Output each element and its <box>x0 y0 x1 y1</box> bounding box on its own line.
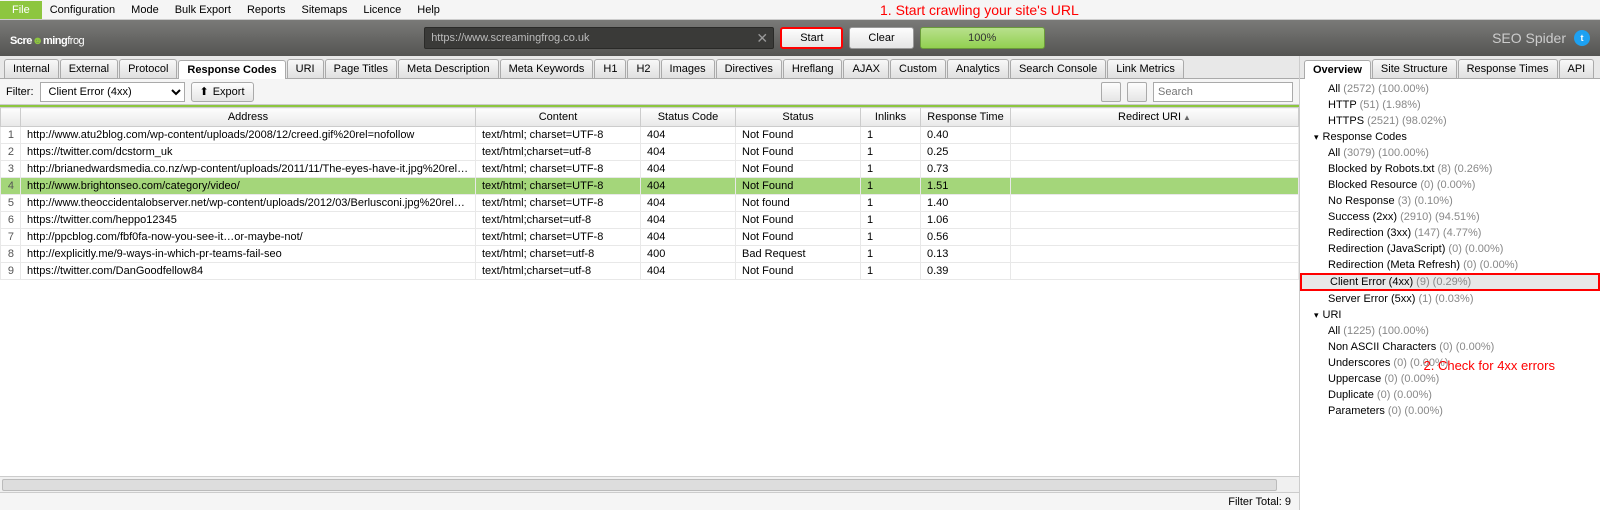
tree-item[interactable]: All (2572) (100.00%) <box>1300 81 1600 97</box>
col-inlinks[interactable]: Inlinks <box>861 108 921 127</box>
status-bar: Filter Total: 9 <box>0 492 1299 510</box>
tab-internal[interactable]: Internal <box>4 59 59 78</box>
tab-response-codes[interactable]: Response Codes <box>178 60 285 79</box>
tree-view-icon[interactable] <box>1101 82 1121 102</box>
tree-header[interactable]: URI <box>1300 307 1600 323</box>
tab-search-console[interactable]: Search Console <box>1010 59 1106 78</box>
col-content[interactable]: Content <box>476 108 641 127</box>
filter-bar: Filter: Client Error (4xx) ⬆Export <box>0 79 1299 105</box>
tree-item[interactable]: Client Error (4xx) (9) (0.29%) <box>1300 273 1600 291</box>
header-bar: Scre☻mingfrog ✕ Start Clear 100% SEO Spi… <box>0 20 1600 56</box>
menu-sitemaps[interactable]: Sitemaps <box>293 1 355 19</box>
sort-icon: ▲ <box>1183 113 1191 122</box>
table-row[interactable]: 5http://www.theoccidentalobserver.net/wp… <box>1 195 1299 212</box>
menu-reports[interactable]: Reports <box>239 1 294 19</box>
table-row[interactable]: 7http://ppcblog.com/fbf0fa-now-you-see-i… <box>1 229 1299 246</box>
twitter-icon[interactable]: t <box>1574 30 1590 46</box>
upload-icon: ⬆ <box>200 85 209 98</box>
table-row[interactable]: 6https://twitter.com/heppo12345text/html… <box>1 212 1299 229</box>
side-tabs: OverviewSite StructureResponse TimesAPI <box>1300 56 1600 79</box>
tab-meta-keywords[interactable]: Meta Keywords <box>500 59 594 78</box>
col-response-time[interactable]: Response Time <box>921 108 1011 127</box>
tab-directives[interactable]: Directives <box>716 59 782 78</box>
menu-file[interactable]: File <box>0 1 42 19</box>
tab-hreflang[interactable]: Hreflang <box>783 59 843 78</box>
table-row[interactable]: 8http://explicitly.me/9-ways-in-which-pr… <box>1 246 1299 263</box>
menu-bar: FileConfigurationModeBulk ExportReportsS… <box>0 0 1600 20</box>
tab-meta-description[interactable]: Meta Description <box>398 59 499 78</box>
menu-mode[interactable]: Mode <box>123 1 167 19</box>
menu-help[interactable]: Help <box>409 1 448 19</box>
clear-button[interactable]: Clear <box>849 27 913 49</box>
tab-h2[interactable]: H2 <box>627 59 659 78</box>
tree-item[interactable]: Redirection (Meta Refresh) (0) (0.00%) <box>1300 257 1600 273</box>
tree-item[interactable]: Success (2xx) (2910) (94.51%) <box>1300 209 1600 225</box>
tab-h1[interactable]: H1 <box>594 59 626 78</box>
start-button[interactable]: Start <box>780 27 843 49</box>
sidetab-response-times[interactable]: Response Times <box>1458 59 1558 78</box>
tree-item[interactable]: Server Error (5xx) (1) (0.03%) <box>1300 291 1600 307</box>
annotation-2: 2. Check for 4xx errors <box>1424 358 1556 373</box>
tree-item[interactable]: Non ASCII Characters (0) (0.00%) <box>1300 339 1600 355</box>
tree-item[interactable]: Parameters (0) (0.00%) <box>1300 403 1600 419</box>
export-button[interactable]: ⬆Export <box>191 82 254 102</box>
tab-analytics[interactable]: Analytics <box>947 59 1009 78</box>
table-row[interactable]: 2https://twitter.com/dcstorm_uktext/html… <box>1 144 1299 161</box>
filter-label: Filter: <box>6 86 34 98</box>
sidetab-overview[interactable]: Overview <box>1304 60 1371 79</box>
table-row[interactable]: 9https://twitter.com/DanGoodfellow84text… <box>1 263 1299 280</box>
menu-bulk-export[interactable]: Bulk Export <box>167 1 239 19</box>
tree-item[interactable]: HTTPS (2521) (98.02%) <box>1300 113 1600 129</box>
tab-page-titles[interactable]: Page Titles <box>325 59 397 78</box>
search-input[interactable] <box>1153 82 1293 102</box>
tab-ajax[interactable]: AJAX <box>843 59 889 78</box>
table-row[interactable]: 1http://www.atu2blog.com/wp-content/uplo… <box>1 127 1299 144</box>
horizontal-scrollbar[interactable] <box>0 476 1299 492</box>
col-status[interactable]: Status <box>736 108 861 127</box>
overview-tree[interactable]: All (2572) (100.00%)HTTP (51) (1.98%)HTT… <box>1300 79 1600 510</box>
tree-item[interactable]: Blocked Resource (0) (0.00%) <box>1300 177 1600 193</box>
filter-total: Filter Total: 9 <box>1228 496 1291 508</box>
progress-bar: 100% <box>920 27 1045 49</box>
results-table[interactable]: AddressContentStatus CodeStatusInlinksRe… <box>0 105 1299 476</box>
menu-licence[interactable]: Licence <box>355 1 409 19</box>
tab-uri[interactable]: URI <box>287 59 324 78</box>
tab-custom[interactable]: Custom <box>890 59 946 78</box>
tree-header[interactable]: Response Codes <box>1300 129 1600 145</box>
app-title: SEO Spider <box>1492 30 1566 46</box>
filter-select[interactable]: Client Error (4xx) <box>40 82 185 102</box>
tab-external[interactable]: External <box>60 59 118 78</box>
tree-item[interactable]: Duplicate (0) (0.00%) <box>1300 387 1600 403</box>
tab-link-metrics[interactable]: Link Metrics <box>1107 59 1184 78</box>
table-row[interactable]: 3http://brianedwardsmedia.co.nz/wp-conte… <box>1 161 1299 178</box>
sidetab-site-structure[interactable]: Site Structure <box>1372 59 1457 78</box>
col-address[interactable]: Address <box>21 108 476 127</box>
table-row[interactable]: 4http://www.brightonseo.com/category/vid… <box>1 178 1299 195</box>
tree-item[interactable]: Blocked by Robots.txt (8) (0.26%) <box>1300 161 1600 177</box>
col-redirect-uri[interactable]: Redirect URI▲ <box>1011 108 1299 127</box>
tree-item[interactable]: No Response (3) (0.10%) <box>1300 193 1600 209</box>
tree-item[interactable]: Redirection (JavaScript) (0) (0.00%) <box>1300 241 1600 257</box>
tab-images[interactable]: Images <box>661 59 715 78</box>
url-input[interactable] <box>424 27 774 49</box>
tree-item[interactable]: HTTP (51) (1.98%) <box>1300 97 1600 113</box>
sidetab-api[interactable]: API <box>1559 59 1595 78</box>
tree-item[interactable]: All (1225) (100.00%) <box>1300 323 1600 339</box>
menu-configuration[interactable]: Configuration <box>42 1 123 19</box>
app-logo: Scre☻mingfrog <box>10 28 84 49</box>
annotation-1: 1. Start crawling your site's URL <box>880 2 1079 18</box>
tree-item[interactable]: All (3079) (100.00%) <box>1300 145 1600 161</box>
tree-item[interactable]: Redirection (3xx) (147) (4.77%) <box>1300 225 1600 241</box>
clear-url-icon[interactable]: ✕ <box>754 30 770 46</box>
tab-protocol[interactable]: Protocol <box>119 59 177 78</box>
col-rownum[interactable] <box>1 108 21 127</box>
main-tabs: InternalExternalProtocolResponse CodesUR… <box>0 56 1299 79</box>
tree-item[interactable]: Uppercase (0) (0.00%) <box>1300 371 1600 387</box>
col-status-code[interactable]: Status Code <box>641 108 736 127</box>
list-view-icon[interactable] <box>1127 82 1147 102</box>
